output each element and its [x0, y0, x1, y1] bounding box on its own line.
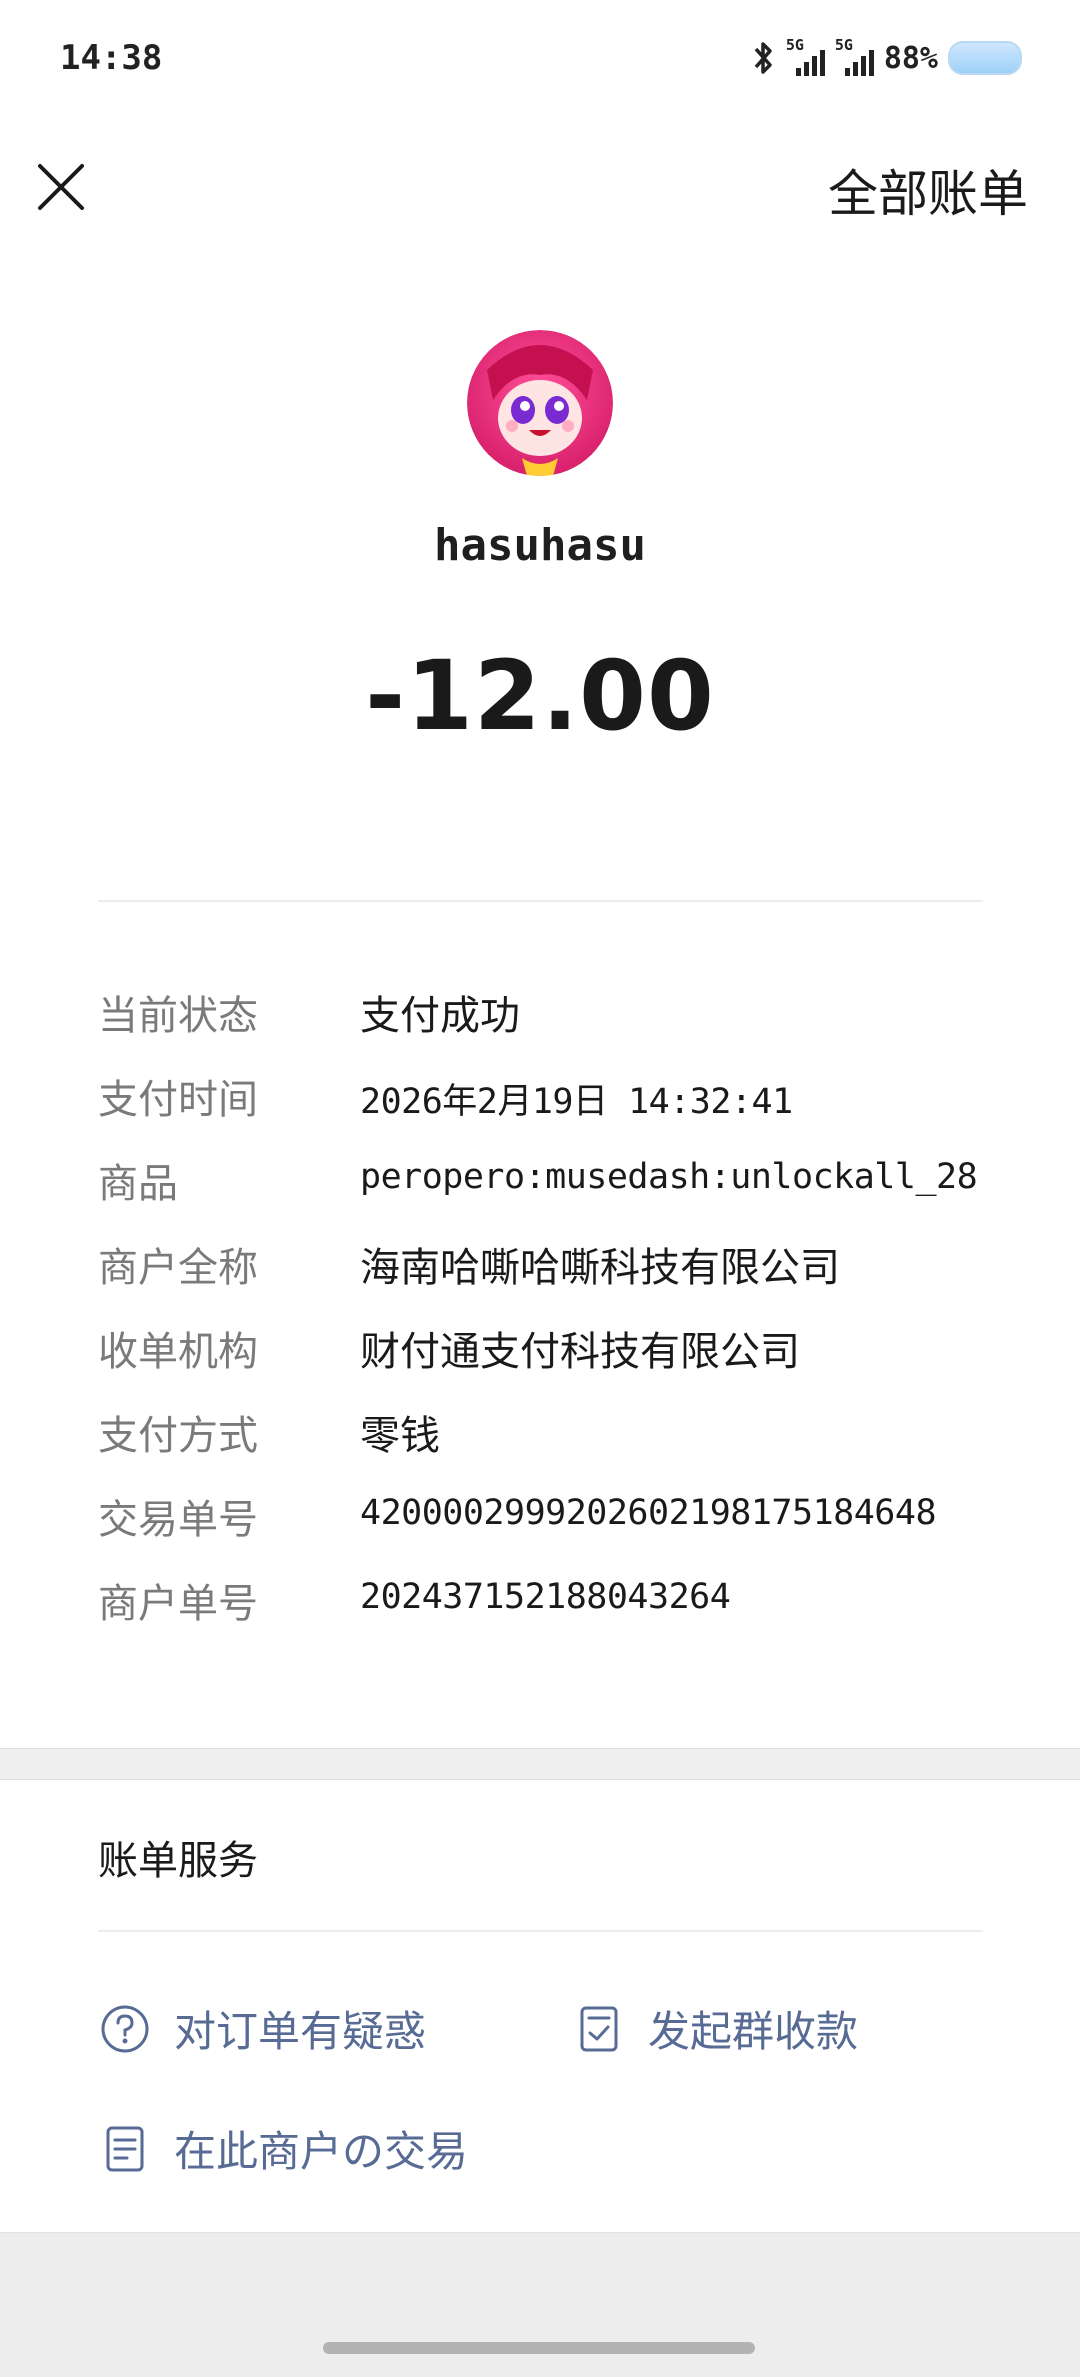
detail-row-acquirer: 收单机构 财付通支付科技有限公司 — [98, 1311, 998, 1395]
divider — [98, 900, 983, 902]
detail-row-pay-time: 支付时间 2026年2月19日 14:32:41 — [98, 1059, 998, 1143]
merchant-name: hasuhasu — [434, 520, 646, 571]
bottom-area — [0, 2232, 1080, 2377]
detail-value: 财付通支付科技有限公司 — [360, 1329, 800, 1375]
detail-label: 商品 — [98, 1161, 178, 1207]
detail-row-merchant-order-id: 商户单号 202437152188043264 — [98, 1563, 998, 1647]
status-bar: 14:38 5G 5G 88% — [0, 0, 1080, 120]
close-button[interactable] — [34, 160, 88, 214]
detail-label: 商户全称 — [98, 1245, 258, 1291]
bill-services-title: 账单服务 — [98, 1838, 258, 1884]
network-type-2: 5G — [834, 36, 853, 54]
question-circle-icon — [98, 2002, 152, 2056]
detail-row-merchant-fullname: 商户全称 海南哈嘶哈嘶科技有限公司 — [98, 1227, 998, 1311]
detail-label: 交易单号 — [98, 1497, 258, 1543]
transaction-details: 当前状态 支付成功 支付时间 2026年2月19日 14:32:41 商品 pe… — [98, 975, 998, 1647]
bluetooth-icon — [754, 42, 772, 74]
status-indicators: 5G 5G 88% — [752, 36, 1022, 80]
battery-icon — [948, 41, 1022, 75]
detail-label: 收单机构 — [98, 1329, 258, 1375]
merchant-transactions-button[interactable]: 在此商户の交易 — [98, 2118, 468, 2179]
merchant-transactions-label: 在此商户の交易 — [174, 2127, 469, 2176]
detail-row-pay-method: 支付方式 零钱 — [98, 1395, 998, 1479]
transaction-amount: -12.00 — [365, 640, 715, 752]
document-icon — [98, 2122, 152, 2176]
home-indicator[interactable] — [323, 2342, 755, 2354]
detail-value: peropero:musedash:unlockall_28 — [360, 1157, 978, 1197]
split-bill-button[interactable]: 发起群收款 — [572, 1998, 858, 2059]
status-time: 14:38 — [60, 38, 163, 78]
question-order-label: 对订单有疑惑 — [174, 2007, 427, 2056]
detail-label: 支付时间 — [98, 1077, 258, 1123]
all-bills-link[interactable]: 全部账单 — [828, 154, 1028, 226]
detail-value: 零钱 — [360, 1413, 440, 1459]
detail-row-product: 商品 peropero:musedash:unlockall_28 — [98, 1143, 998, 1227]
question-order-button[interactable]: 对订单有疑惑 — [98, 1998, 426, 2059]
detail-value: 海南哈嘶哈嘶科技有限公司 — [360, 1245, 840, 1291]
top-bar: 全部账单 — [0, 140, 1080, 230]
detail-value: 4200002999202602198175184648 — [360, 1493, 937, 1533]
detail-value: 2026年2月19日 14:32:41 — [360, 1082, 793, 1122]
detail-row-transaction-id: 交易单号 4200002999202602198175184648 — [98, 1479, 998, 1563]
battery-percent: 88% — [883, 40, 938, 76]
signal-icon: 5G — [835, 36, 874, 76]
detail-label: 支付方式 — [98, 1413, 258, 1459]
detail-row-status: 当前状态 支付成功 — [98, 975, 998, 1059]
detail-label: 当前状态 — [98, 993, 258, 1039]
network-type-1: 5G — [785, 36, 804, 54]
detail-value: 支付成功 — [360, 993, 520, 1039]
merchant-avatar — [467, 330, 613, 476]
split-bill-icon — [572, 2002, 626, 2056]
detail-value: 202437152188043264 — [360, 1577, 731, 1617]
detail-label: 商户单号 — [98, 1581, 258, 1627]
divider — [98, 1930, 983, 1932]
signal-icon: 5G — [786, 36, 825, 76]
split-bill-label: 发起群收款 — [648, 2007, 859, 2056]
section-separator — [0, 1748, 1080, 1780]
close-icon — [38, 164, 84, 210]
